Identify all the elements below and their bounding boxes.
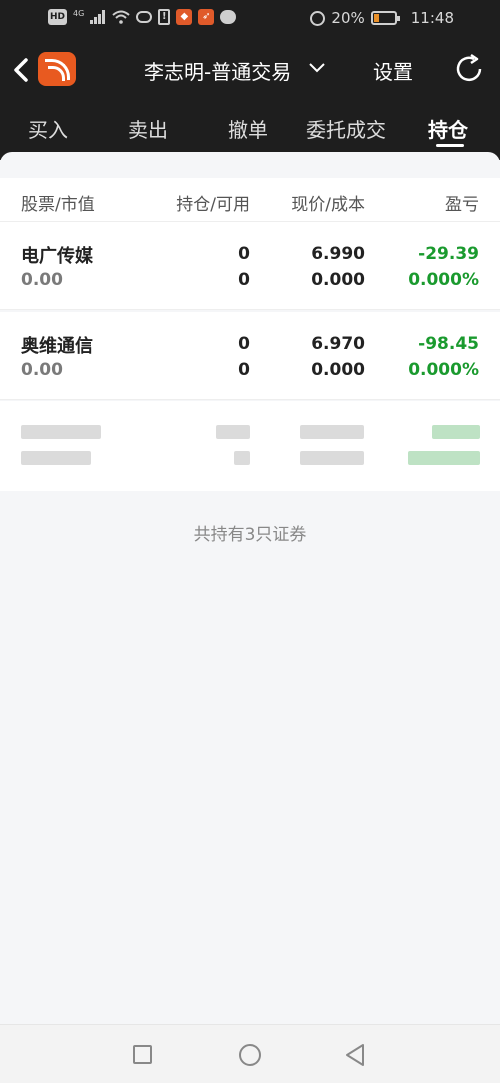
alarm-icon	[310, 10, 326, 26]
hd-badge: HD	[48, 9, 68, 25]
obscured-price	[300, 425, 364, 439]
cloud-icon	[136, 11, 153, 23]
tab-buy[interactable]: 买入	[28, 114, 68, 143]
pnl-percent: 0.000%	[408, 360, 479, 380]
tab-sell[interactable]: 卖出	[128, 114, 168, 143]
pnl-amount: -98.45	[418, 334, 479, 354]
obscured-position	[216, 425, 250, 439]
battery-percent: 20%	[331, 9, 365, 27]
obscured-available	[234, 451, 250, 465]
signal-icon	[90, 10, 106, 24]
obscured-pnl-percent	[408, 451, 480, 465]
col-stock-value: 股票/市值	[21, 195, 95, 215]
stock-name: 奥维通信	[21, 336, 93, 357]
alert-icon: !	[158, 9, 171, 25]
recent-apps-icon[interactable]	[133, 1045, 152, 1064]
col-price-cost: 现价/成本	[291, 195, 365, 215]
cost-price: 0.000	[311, 360, 365, 380]
table-row-obscured[interactable]	[0, 401, 500, 491]
market-value: 0.00	[21, 360, 63, 380]
system-nav-bar	[0, 1024, 500, 1083]
holdings-panel: 股票/市值 持仓/可用 现价/成本 盈亏 电广传媒 0.00 0 0 6.990…	[0, 152, 500, 1024]
available-qty: 0	[238, 360, 250, 380]
stock-name: 电广传媒	[21, 246, 93, 267]
current-price: 6.970	[311, 334, 365, 354]
trading-app-notification-icon: ➶	[198, 9, 215, 25]
network-type: 4G	[73, 8, 85, 18]
tab-cancel-order[interactable]: 撤单	[228, 114, 268, 143]
home-icon[interactable]	[239, 1044, 261, 1066]
battery-icon	[370, 11, 400, 25]
obscured-pnl	[432, 425, 480, 439]
cost-price: 0.000	[311, 270, 365, 290]
holdings-count: 共持有3只证券	[193, 525, 307, 545]
table-row[interactable]: 奥维通信 0.00 0 0 6.970 0.000 -98.45 0.000%	[0, 312, 500, 400]
chevron-down-icon[interactable]	[308, 62, 326, 74]
message-icon	[220, 10, 237, 24]
obscured-value	[21, 451, 91, 465]
tab-holdings[interactable]: 持仓	[428, 114, 468, 143]
broker-logo-icon	[38, 52, 76, 86]
app-notification-icon: ◆	[176, 9, 193, 25]
refresh-icon[interactable]	[452, 52, 486, 86]
pnl-percent: 0.000%	[408, 270, 479, 290]
pnl-amount: -29.39	[418, 244, 479, 264]
position-qty: 0	[238, 244, 250, 264]
table-row[interactable]: 电广传媒 0.00 0 0 6.990 0.000 -29.39 0.000%	[0, 222, 500, 310]
wifi-icon	[112, 10, 130, 24]
available-qty: 0	[238, 270, 250, 290]
settings-button[interactable]: 设置	[373, 56, 413, 85]
holdings-table-header: 股票/市值 持仓/可用 现价/成本 盈亏	[0, 178, 500, 222]
clock: 11:48	[410, 9, 454, 27]
nav-back-icon[interactable]	[344, 1043, 366, 1067]
market-value: 0.00	[21, 270, 63, 290]
position-qty: 0	[238, 334, 250, 354]
col-pnl: 盈亏	[445, 195, 479, 215]
account-selector[interactable]: 李志明-普通交易	[144, 56, 291, 85]
obscured-name	[21, 425, 101, 439]
trade-tabs: 买入 卖出 撤单 委托成交 持仓	[0, 108, 500, 152]
current-price: 6.990	[311, 244, 365, 264]
app-header: 李志明-普通交易 设置	[0, 40, 500, 100]
tab-orders-fills[interactable]: 委托成交	[306, 114, 386, 143]
obscured-cost	[300, 451, 364, 465]
back-arrow-icon[interactable]	[10, 56, 34, 84]
active-tab-indicator	[436, 144, 464, 147]
status-bar: HD 4G ! ◆ ➶ 20% 11:48	[0, 0, 500, 38]
col-position-available: 持仓/可用	[176, 195, 250, 215]
